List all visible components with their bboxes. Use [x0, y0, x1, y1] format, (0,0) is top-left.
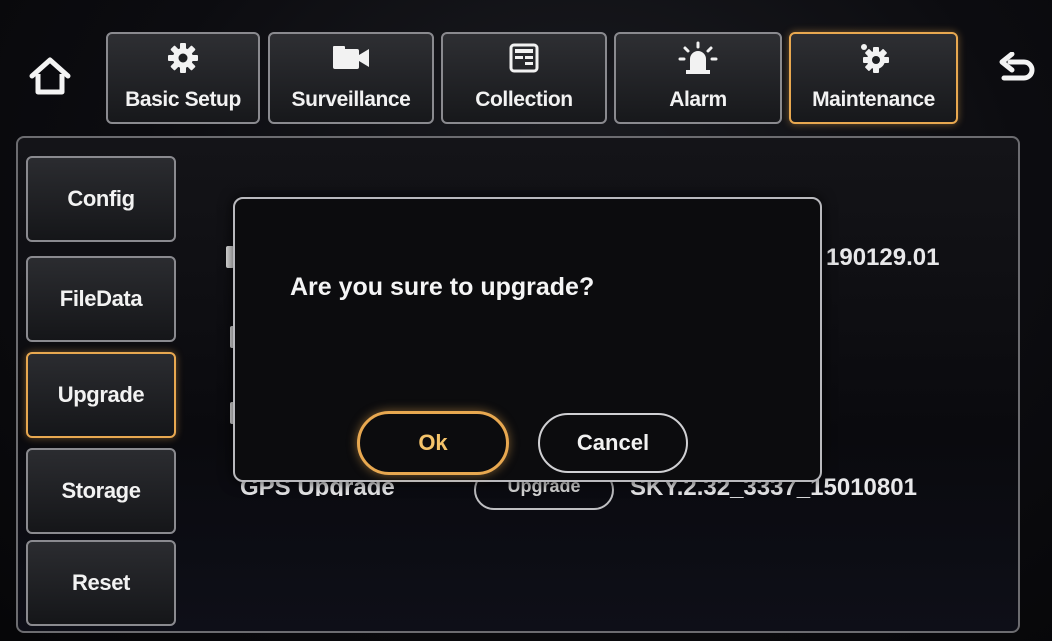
tab-label: Basic Setup [125, 88, 241, 111]
tab-alarm[interactable]: Alarm [614, 32, 782, 124]
tab-label: Surveillance [291, 88, 411, 111]
sidebar-item-reset[interactable]: Reset [26, 540, 176, 626]
upgrade-confirm-dialog: Are you sure to upgrade? Ok Cancel [233, 197, 822, 482]
sidebar-item-label: FileData [59, 286, 143, 311]
tab-basic-setup[interactable]: Basic Setup [106, 32, 260, 124]
sidebar-item-storage[interactable]: Storage [26, 448, 176, 534]
back-arrow-icon [999, 52, 1035, 81]
maintenance-gear-icon [860, 44, 889, 73]
sidebar-item-label: Config [67, 186, 135, 211]
version-value: 190129.01 [826, 244, 940, 271]
sidebar-item-config[interactable]: Config [26, 156, 176, 242]
gear-icon [168, 43, 198, 73]
tab-collection[interactable]: Collection [441, 32, 607, 124]
sidebar-item-label: Reset [72, 570, 130, 595]
ok-button[interactable]: Ok [357, 411, 509, 475]
sidebar-item-label: Storage [61, 478, 141, 503]
tab-maintenance[interactable]: Maintenance [789, 32, 958, 124]
home-button[interactable] [20, 48, 80, 104]
camera-icon [333, 46, 369, 69]
alarm-light-icon [678, 41, 718, 74]
home-icon [29, 57, 71, 95]
button-label: Ok [418, 430, 448, 455]
collection-icon [509, 43, 539, 73]
sidebar-item-label: Upgrade [57, 382, 145, 407]
cancel-button[interactable]: Cancel [538, 413, 688, 473]
sidebar-item-filedata[interactable]: FileData [26, 256, 176, 342]
back-button[interactable] [990, 44, 1042, 100]
tab-surveillance[interactable]: Surveillance [268, 32, 434, 124]
tab-label: Maintenance [812, 88, 935, 111]
sidebar-item-upgrade[interactable]: Upgrade [26, 352, 176, 438]
dvr-screen: Basic Setup Surveillance Collection Alar… [0, 0, 1052, 641]
tab-label: Collection [475, 88, 573, 111]
dialog-message: Are you sure to upgrade? [290, 273, 595, 301]
tab-label: Alarm [669, 88, 727, 111]
button-label: Cancel [576, 430, 650, 455]
